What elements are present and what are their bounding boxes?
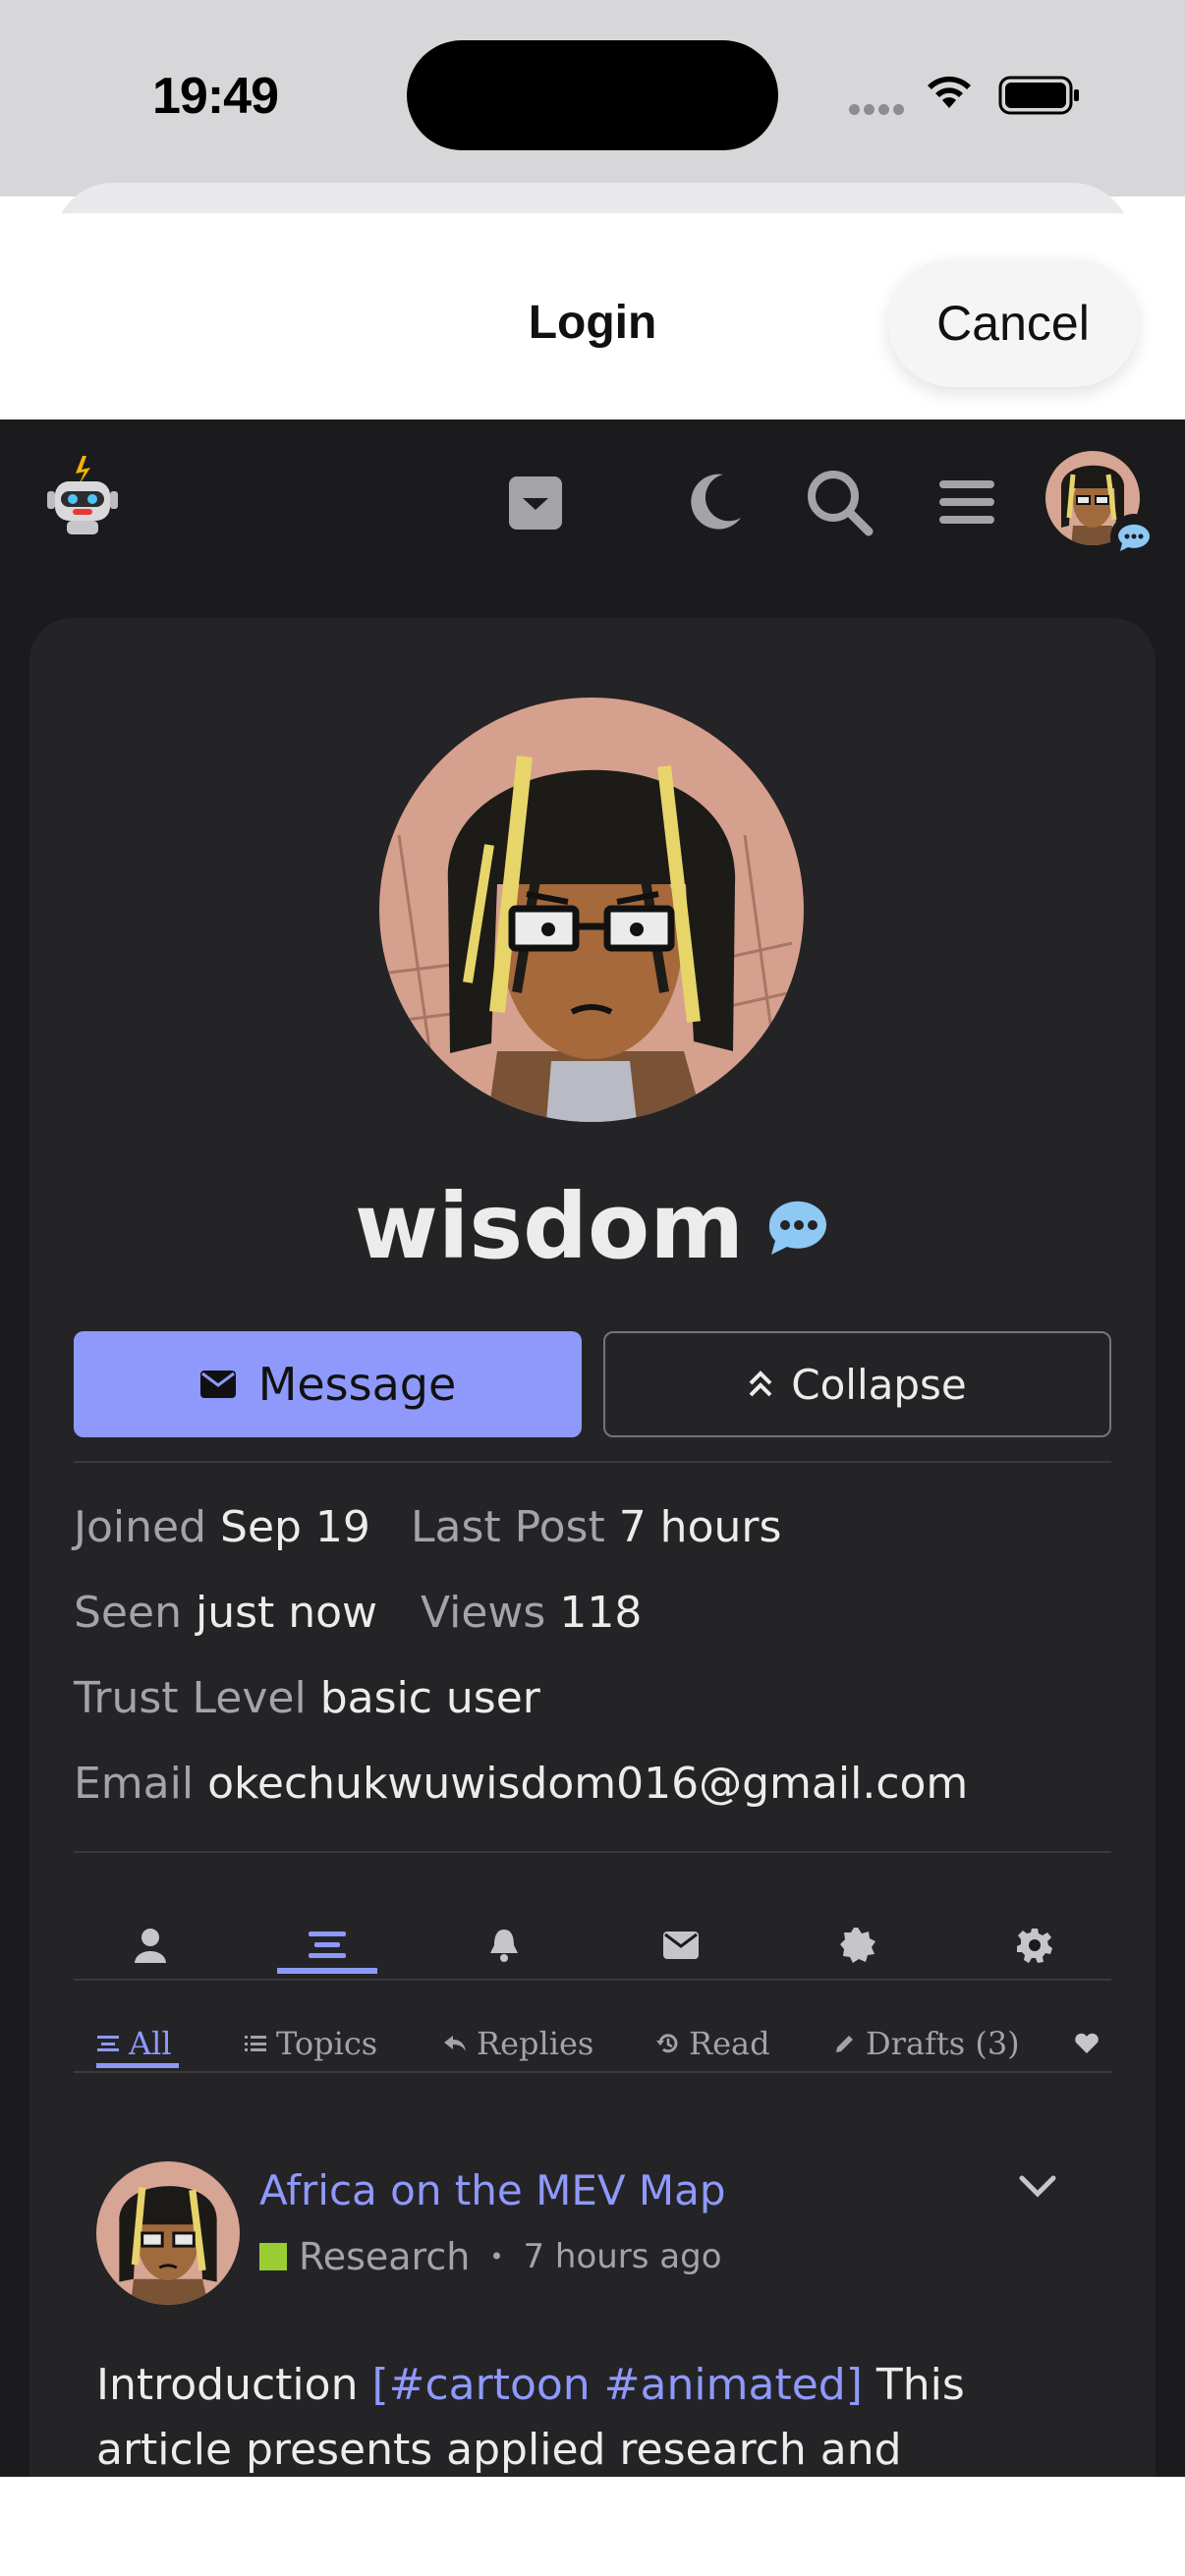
stat-trust-level: Trust Level basic user [74, 1673, 540, 1723]
message-button-label: Message [257, 1358, 457, 1411]
profile-avatar [379, 698, 804, 1122]
user-menu-avatar[interactable] [1044, 449, 1161, 567]
subtab-replies-label: Replies [477, 2025, 594, 2062]
active-tab-indicator [277, 1968, 377, 1974]
post-author-avatar[interactable] [96, 2161, 240, 2305]
heart-icon [1075, 2033, 1099, 2053]
stat-last-post: Last Post 7 hours [411, 1502, 781, 1552]
status-bar: 19:49 [0, 0, 1185, 196]
stat-email-label: Email [74, 1759, 195, 1809]
subtab-read-label: Read [689, 2025, 770, 2062]
stat-views-value: 118 [559, 1588, 643, 1638]
post-category[interactable]: Research [299, 2235, 470, 2278]
stat-joined-label: Joined [74, 1502, 207, 1552]
profile-username-row: wisdom [0, 1174, 1185, 1279]
status-time: 19:49 [152, 68, 279, 125]
subtab-all-label: All [129, 2025, 172, 2062]
stat-seen: Seen just now [74, 1588, 377, 1638]
subtabs-divider [74, 2071, 1111, 2073]
bell-icon [490, 1930, 518, 1962]
excerpt-tags[interactable]: [#cartoon #animated] [371, 2360, 862, 2410]
activity-stream-icon [309, 1932, 346, 1958]
stat-email: Email okechukwuwisdom016@gmail.com [74, 1759, 968, 1809]
history-icon [656, 2034, 678, 2053]
tab-badges[interactable] [784, 1906, 931, 1985]
chat-status-icon [769, 1201, 827, 1255]
stat-views: Views 118 [421, 1588, 642, 1638]
envelope-icon [663, 1932, 699, 1959]
stat-seen-value: just now [195, 1588, 378, 1638]
collapse-button-label: Collapse [791, 1360, 967, 1409]
excerpt-text: Introduction [96, 2360, 372, 2410]
user-icon [135, 1929, 166, 1963]
dark-mode-moon-icon[interactable] [688, 471, 743, 532]
gear-icon [1017, 1929, 1052, 1963]
chat-drawer-icon[interactable] [507, 475, 564, 532]
tab-preferences[interactable] [961, 1906, 1108, 1985]
post-meta: Research • 7 hours ago [259, 2235, 722, 2278]
meta-separator: • [489, 2243, 504, 2270]
top-navigation [0, 420, 1185, 596]
reply-icon [444, 2036, 466, 2051]
site-logo-icon[interactable] [43, 452, 122, 540]
profile-tabs [74, 1906, 1111, 1985]
post-time: 7 hours ago [523, 2237, 722, 2276]
stat-views-label: Views [421, 1588, 546, 1638]
double-chevron-up-icon [749, 1371, 772, 1397]
bulleted-list-icon [245, 2036, 266, 2051]
badge-certificate-icon [840, 1928, 875, 1963]
stat-trust-label: Trust Level [74, 1673, 307, 1723]
dynamic-island [407, 40, 778, 150]
stat-email-value[interactable]: okechukwuwisdom016@gmail.com [207, 1759, 968, 1809]
stat-last-post-value: 7 hours [618, 1502, 782, 1552]
subtab-drafts-label: Drafts (3) [866, 2025, 1020, 2062]
login-sheet-header: Login Cancel [0, 213, 1185, 420]
pencil-icon [836, 2036, 853, 2052]
divider [74, 1461, 1111, 1463]
chevron-down-icon[interactable] [1018, 2173, 1057, 2199]
cellular-signal-icon [849, 100, 908, 119]
hamburger-menu-icon[interactable] [937, 476, 996, 528]
message-button[interactable]: Message [74, 1331, 582, 1437]
wifi-icon [928, 76, 971, 108]
bottom-safe-area [0, 2477, 1185, 2576]
tabs-divider [74, 1979, 1111, 1981]
tab-messages[interactable] [607, 1906, 755, 1985]
stat-joined: Joined Sep 19 [74, 1502, 370, 1552]
stat-joined-value: Sep 19 [220, 1502, 370, 1552]
cancel-button[interactable]: Cancel [888, 259, 1138, 387]
search-icon[interactable] [806, 469, 875, 537]
profile-username: wisdom [354, 1174, 745, 1279]
tab-notifications[interactable] [430, 1906, 578, 1985]
collapse-button[interactable]: Collapse [603, 1331, 1111, 1437]
envelope-icon [199, 1371, 236, 1398]
active-subtab-indicator [96, 2063, 179, 2068]
tab-summary[interactable] [77, 1906, 224, 1985]
stat-trust-value: basic user [319, 1673, 540, 1723]
category-color-swatch [259, 2243, 287, 2270]
battery-icon [998, 76, 1079, 115]
stat-last-post-label: Last Post [411, 1502, 605, 1552]
stat-seen-label: Seen [74, 1588, 182, 1638]
divider [74, 1851, 1111, 1853]
list-icon [97, 2036, 119, 2051]
subtab-topics-label: Topics [276, 2025, 378, 2062]
post-title-link[interactable]: Africa on the MEV Map [259, 2166, 726, 2214]
